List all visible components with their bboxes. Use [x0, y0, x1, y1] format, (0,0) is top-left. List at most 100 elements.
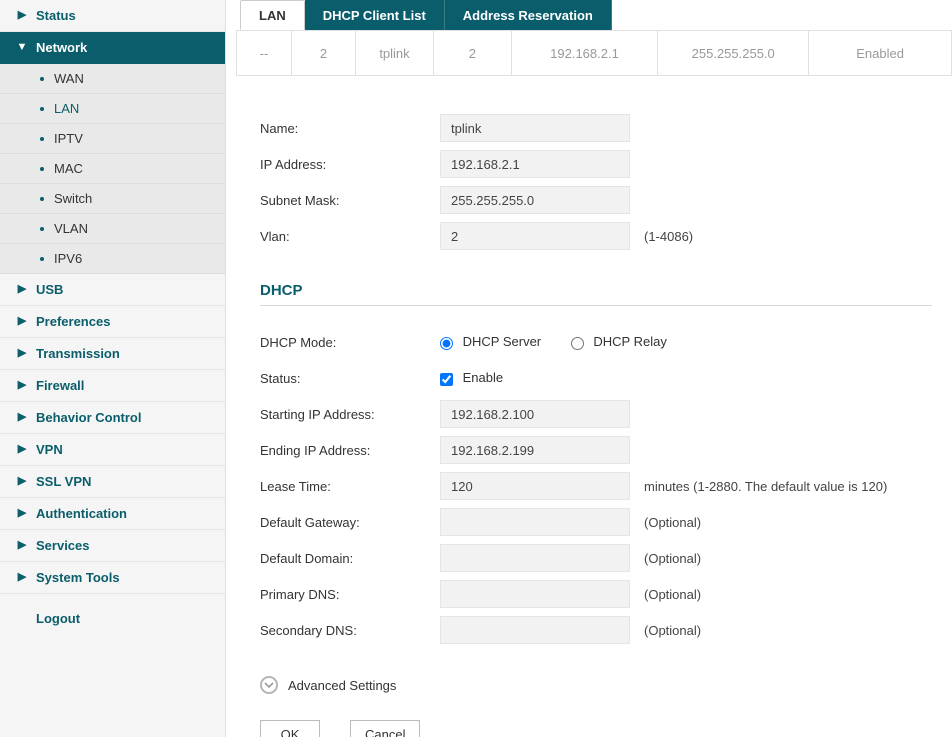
triangle-right-icon: ▶: [16, 508, 28, 519]
nav-item-label: Behavior Control: [36, 410, 141, 425]
nav-item-transmission[interactable]: ▶ Transmission: [0, 338, 225, 370]
nav-item-label: Firewall: [36, 378, 84, 393]
nav-item-services[interactable]: ▶ Services: [0, 530, 225, 562]
triangle-right-icon: ▶: [16, 540, 28, 551]
bullet-icon: [40, 197, 44, 201]
nav-sub-item-vlan[interactable]: VLAN: [0, 214, 225, 244]
nav-item-ssl-vpn[interactable]: ▶ SSL VPN: [0, 466, 225, 498]
ok-button[interactable]: OK: [260, 720, 320, 737]
nav-submenu-network: WAN LAN IPTV MAC Switch VLAN IPV6: [0, 64, 225, 274]
nav-item-usb[interactable]: ▶ USB: [0, 274, 225, 306]
advanced-settings-toggle[interactable]: Advanced Settings: [260, 676, 932, 694]
bullet-icon: [40, 257, 44, 261]
dhcp-start-input[interactable]: [440, 400, 630, 428]
nav-item-network[interactable]: ▼Network: [0, 32, 225, 64]
nav-item-authentication[interactable]: ▶ Authentication: [0, 498, 225, 530]
ip-label: IP Address:: [260, 157, 440, 172]
triangle-right-icon: ▶: [16, 476, 28, 487]
bullet-icon: [40, 77, 44, 81]
triangle-right-icon: ▶: [16, 284, 28, 295]
dhcp-dns2-input[interactable]: [440, 616, 630, 644]
nav-item-vpn[interactable]: ▶VPN: [0, 434, 225, 466]
dhcp-end-input[interactable]: [440, 436, 630, 464]
nav-sub-item-iptv[interactable]: IPTV: [0, 124, 225, 154]
nav-item-status[interactable]: ▶ Status: [0, 0, 225, 32]
dhcp-section-title: DHCP: [260, 282, 932, 299]
triangle-right-icon: ▶: [16, 348, 28, 359]
main-panel: LANDHCP Client ListAddress Reservation -…: [226, 0, 952, 737]
nav-item-label: Status: [36, 8, 76, 23]
lan-tabs: LANDHCP Client ListAddress Reservation: [226, 0, 952, 30]
nav-item-preferences[interactable]: ▶Preferences: [0, 306, 225, 338]
tab-lan[interactable]: LAN: [240, 0, 305, 30]
nav-item-label: VPN: [36, 442, 63, 457]
dhcp-dns2-label: Secondary DNS:: [260, 623, 440, 638]
dhcp-start-label: Starting IP Address:: [260, 407, 440, 422]
dhcp-mode-label: DHCP Mode:: [260, 335, 440, 350]
dhcp-dns2-hint: (Optional): [644, 623, 701, 638]
nav-item-firewall[interactable]: ▶Firewall: [0, 370, 225, 402]
nav-sub-item-mac[interactable]: MAC: [0, 154, 225, 184]
dhcp-lease-label: Lease Time:: [260, 479, 440, 494]
dhcp-status-label: Status:: [260, 371, 440, 386]
dhcp-gateway-input[interactable]: [440, 508, 630, 536]
triangle-right-icon: ▶: [16, 10, 28, 21]
cancel-button[interactable]: Cancel: [350, 720, 420, 737]
nav-item-label: System Tools: [36, 570, 120, 585]
nav-item-behavior-control[interactable]: ▶Behavior Control: [0, 402, 225, 434]
summary-cell: 2: [434, 31, 512, 75]
name-input[interactable]: [440, 114, 630, 142]
triangle-right-icon: ▶: [16, 572, 28, 583]
dhcp-mode-server-radio[interactable]: [440, 337, 453, 350]
nav-sub-item-switch[interactable]: Switch: [0, 184, 225, 214]
dhcp-domain-label: Default Domain:: [260, 551, 440, 566]
dhcp-status-enable[interactable]: Enable: [440, 370, 503, 385]
nav-sub-item-label: IPV6: [54, 251, 82, 266]
bullet-icon: [40, 137, 44, 141]
dhcp-gateway-label: Default Gateway:: [260, 515, 440, 530]
dhcp-divider: [260, 305, 932, 306]
dhcp-domain-input[interactable]: [440, 544, 630, 572]
dhcp-mode-relay[interactable]: DHCP Relay: [571, 334, 667, 349]
nav-sub-item-label: Switch: [54, 191, 92, 206]
nav-sub-item-label: WAN: [54, 71, 84, 86]
summary-cell: 192.168.2.1: [512, 31, 658, 75]
nav-sub-item-wan[interactable]: WAN: [0, 64, 225, 94]
dhcp-dns1-input[interactable]: [440, 580, 630, 608]
advanced-settings-label: Advanced Settings: [288, 678, 396, 693]
vlan-input[interactable]: [440, 222, 630, 250]
nav-item-label: Authentication: [36, 506, 127, 521]
logout-link[interactable]: Logout: [0, 602, 225, 634]
vlan-label: Vlan:: [260, 229, 440, 244]
nav-item-label: Transmission: [36, 346, 120, 361]
triangle-right-icon: ▶: [16, 316, 28, 327]
bullet-icon: [40, 167, 44, 171]
nav-item-label: Services: [36, 538, 90, 553]
mask-input[interactable]: [440, 186, 630, 214]
nav-sub-item-lan[interactable]: LAN: [0, 94, 225, 124]
sidebar: ▶ Status ▼Network WAN LAN IPTV MAC Switch VLAN IP…: [0, 0, 226, 737]
dhcp-status-enable-label: Enable: [463, 370, 503, 385]
tab-address-reservation[interactable]: Address Reservation: [445, 0, 612, 30]
dhcp-lease-hint: minutes (1-2880. The default value is 12…: [644, 479, 887, 494]
dhcp-status-checkbox[interactable]: [440, 373, 453, 386]
nav-sub-item-label: VLAN: [54, 221, 88, 236]
dhcp-dns1-label: Primary DNS:: [260, 587, 440, 602]
tab-dhcp-client-list[interactable]: DHCP Client List: [305, 0, 445, 30]
vlan-hint: (1-4086): [644, 229, 693, 244]
ip-input[interactable]: [440, 150, 630, 178]
chevron-down-icon: [260, 676, 278, 694]
nav-item-system-tools[interactable]: ▶ System Tools: [0, 562, 225, 594]
nav-item-label: USB: [36, 282, 63, 297]
mask-label: Subnet Mask:: [260, 193, 440, 208]
nav-sub-item-label: LAN: [54, 101, 79, 116]
dhcp-lease-input[interactable]: [440, 472, 630, 500]
dhcp-mode-server-label: DHCP Server: [463, 334, 542, 349]
nav-item-label: SSL VPN: [36, 474, 91, 489]
dhcp-mode-relay-radio[interactable]: [571, 337, 584, 350]
lan-form: Name: IP Address: Subnet Mask: Vlan: (1-…: [260, 110, 932, 737]
nav-sub-item-label: MAC: [54, 161, 83, 176]
dhcp-domain-hint: (Optional): [644, 551, 701, 566]
dhcp-mode-server[interactable]: DHCP Server: [440, 334, 545, 349]
nav-sub-item-ipv6[interactable]: IPV6: [0, 244, 225, 274]
